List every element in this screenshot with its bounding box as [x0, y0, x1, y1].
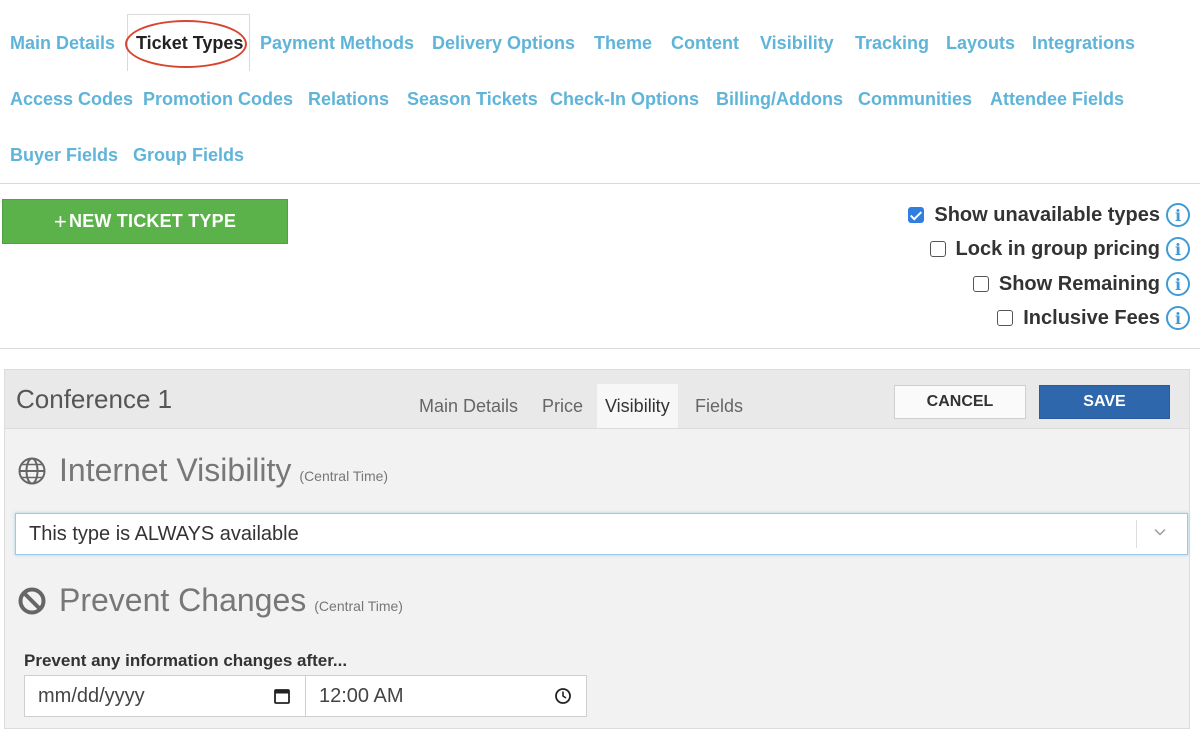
nav-group-fields[interactable]: Group Fields [133, 140, 244, 170]
nav-communities[interactable]: Communities [858, 84, 972, 114]
ban-icon [18, 587, 46, 614]
panel-header: Conference 1 Main Details Price Visibili… [5, 370, 1189, 429]
ticket-editor-panel: Conference 1 Main Details Price Visibili… [4, 369, 1190, 729]
option-label: Inclusive Fees [1023, 306, 1160, 329]
info-icon[interactable]: i [1166, 203, 1190, 227]
info-icon[interactable]: i [1166, 306, 1190, 330]
tab-main-details[interactable]: Main Details [411, 384, 526, 428]
nav-main-details[interactable]: Main Details [10, 28, 115, 58]
visibility-select-value: This type is ALWAYS available [29, 523, 299, 545]
divider [0, 183, 1200, 184]
timezone-note: (Central Time) [299, 468, 389, 484]
new-ticket-type-label: NEW TICKET TYPE [69, 211, 237, 231]
nav-integrations[interactable]: Integrations [1032, 28, 1135, 58]
nav-buyer-fields[interactable]: Buyer Fields [10, 140, 118, 170]
tab-price[interactable]: Price [534, 384, 591, 428]
option-show-unavailable[interactable]: Show unavailable types i [908, 200, 1190, 230]
info-icon[interactable]: i [1166, 237, 1190, 261]
visibility-select[interactable]: This type is ALWAYS available [15, 513, 1188, 555]
save-button[interactable]: SAVE [1039, 385, 1170, 419]
nav-season-tickets[interactable]: Season Tickets [407, 84, 538, 114]
checkbox-show-unavailable[interactable] [908, 207, 925, 223]
nav-tracking[interactable]: Tracking [855, 28, 929, 58]
option-lock-group-pricing[interactable]: Lock in group pricing i [929, 234, 1190, 264]
nav-ticket-types[interactable]: Ticket Types [136, 28, 243, 58]
calendar-icon[interactable] [273, 687, 291, 705]
time-value: 12:00 AM [319, 685, 404, 707]
option-label: Show unavailable types [934, 203, 1160, 226]
ticket-type-name: Conference 1 [16, 384, 173, 414]
info-icon[interactable]: i [1166, 272, 1190, 296]
option-label: Show Remaining [998, 272, 1160, 295]
nav-content[interactable]: Content [671, 28, 739, 58]
internet-visibility-heading: Internet Visibility (Central Time) [17, 452, 388, 489]
tab-fields[interactable]: Fields [687, 384, 751, 428]
divider [0, 348, 1200, 349]
prevent-changes-title: Prevent Changes [59, 582, 307, 618]
nav-visibility[interactable]: Visibility [760, 28, 834, 58]
prevent-changes-field-label: Prevent any information changes after... [24, 651, 348, 670]
time-input[interactable]: 12:00 AM [305, 675, 587, 717]
option-inclusive-fees[interactable]: Inclusive Fees i [997, 303, 1190, 333]
option-label: Lock in group pricing [955, 237, 1160, 260]
checkbox-inclusive-fees[interactable] [997, 310, 1014, 326]
date-input[interactable]: mm/dd/yyyy [24, 675, 306, 717]
option-show-remaining[interactable]: Show Remaining i [972, 269, 1190, 299]
select-separator [1136, 520, 1137, 548]
date-placeholder: mm/dd/yyyy [38, 685, 145, 707]
nav-layouts[interactable]: Layouts [946, 28, 1015, 58]
globe-icon [18, 457, 46, 484]
nav-check-in-options[interactable]: Check-In Options [550, 84, 699, 114]
chevron-down-icon [1154, 529, 1166, 536]
plus-icon: + [53, 208, 68, 234]
internet-visibility-title: Internet Visibility [59, 452, 292, 488]
nav-theme[interactable]: Theme [594, 28, 652, 58]
clock-icon[interactable] [554, 687, 572, 705]
checkbox-show-remaining[interactable] [972, 276, 989, 292]
nav-payment-methods[interactable]: Payment Methods [260, 28, 414, 58]
checkbox-lock-group-pricing[interactable] [929, 241, 946, 257]
nav-billing-addons[interactable]: Billing/Addons [716, 84, 843, 114]
nav-access-codes[interactable]: Access Codes [10, 84, 133, 114]
tab-visibility[interactable]: Visibility [597, 384, 678, 428]
nav-delivery-options[interactable]: Delivery Options [432, 28, 575, 58]
cancel-button[interactable]: CANCEL [894, 385, 1026, 419]
new-ticket-type-button[interactable]: + NEW TICKET TYPE [2, 199, 288, 244]
nav-promotion-codes[interactable]: Promotion Codes [143, 84, 293, 114]
prevent-changes-heading: Prevent Changes (Central Time) [17, 582, 403, 619]
nav-attendee-fields[interactable]: Attendee Fields [990, 84, 1124, 114]
nav-relations[interactable]: Relations [308, 84, 389, 114]
timezone-note: (Central Time) [314, 598, 403, 614]
